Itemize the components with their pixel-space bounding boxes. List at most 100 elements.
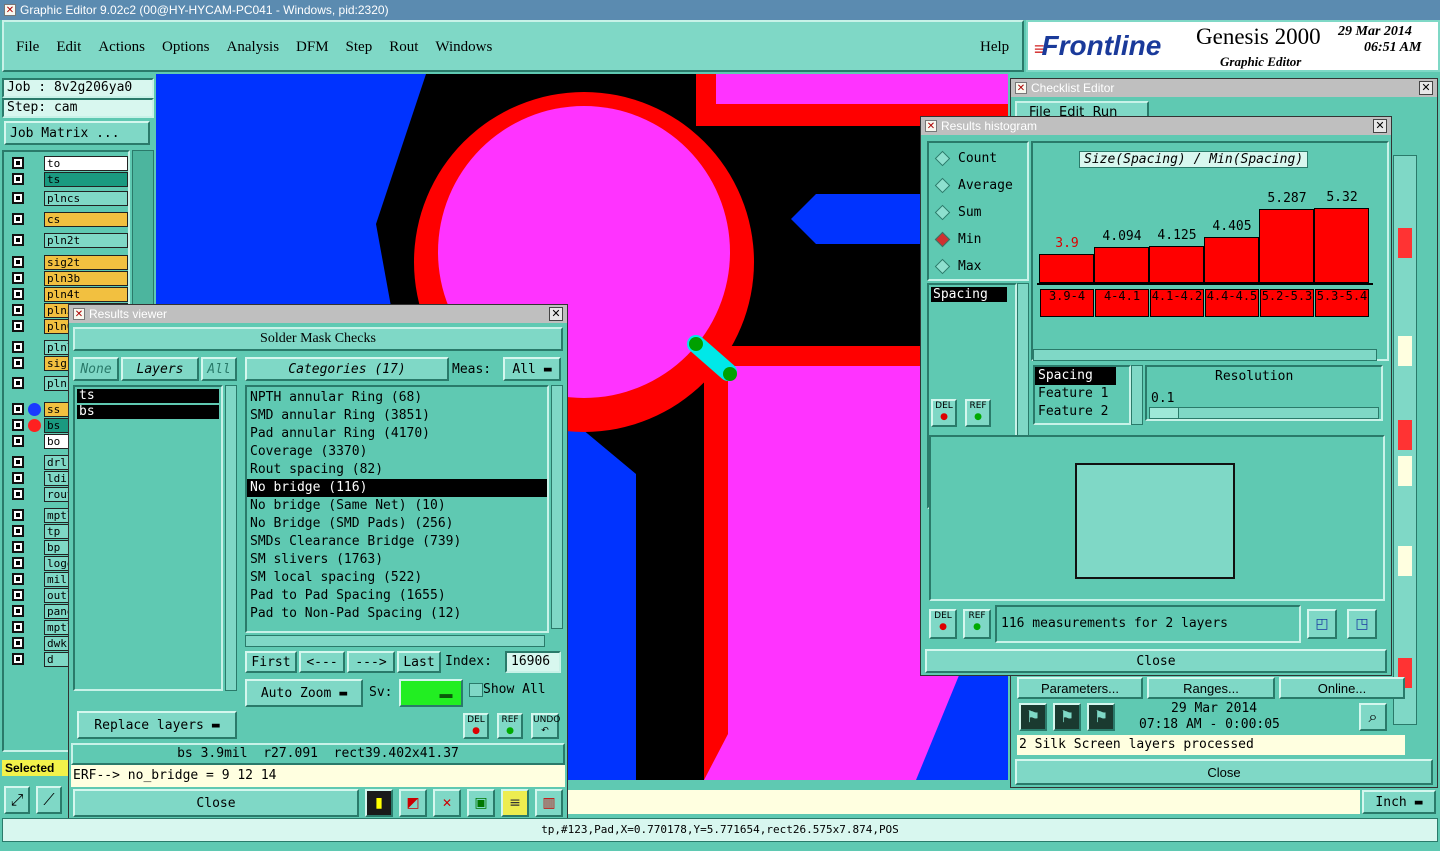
layer-row[interactable]: pln3b <box>8 271 130 286</box>
category-item[interactable]: Rout spacing (82) <box>247 461 547 479</box>
resolution-item[interactable]: Feature 1 <box>1035 385 1129 403</box>
zoom-icon[interactable]: ⌕ <box>1359 703 1387 731</box>
close-icon[interactable]: ✕ <box>549 307 563 321</box>
category-item[interactable]: Pad to Pad Spacing (1655) <box>247 587 547 605</box>
help-menu[interactable]: Help <box>980 39 1009 56</box>
layer-checkbox[interactable] <box>12 173 24 185</box>
checklist-close-button[interactable]: Close <box>1015 759 1433 785</box>
layer-checkbox[interactable] <box>12 357 24 369</box>
histogram-bar[interactable] <box>1259 209 1314 283</box>
layer-checkbox[interactable] <box>12 605 24 617</box>
category-item[interactable]: Coverage (3370) <box>247 443 547 461</box>
layer-checkbox[interactable] <box>12 435 24 447</box>
category-item[interactable]: SM local spacing (522) <box>247 569 547 587</box>
close-icon[interactable]: ✕ <box>1373 119 1387 133</box>
measure-icon[interactable]: ⟋ <box>36 786 62 814</box>
histogram-bar[interactable] <box>1094 247 1149 283</box>
layer-name[interactable]: to <box>44 156 128 171</box>
undo-icon[interactable]: UNDO ↶ <box>531 713 560 739</box>
histogram-bar[interactable] <box>1149 246 1204 283</box>
job-matrix-button[interactable]: Job Matrix ... <box>4 121 150 145</box>
layer-checkbox[interactable] <box>12 621 24 633</box>
last-button[interactable]: Last <box>397 651 441 673</box>
layer-checkbox[interactable] <box>12 541 24 553</box>
layer-checkbox[interactable] <box>12 288 24 300</box>
online-button[interactable]: Online... <box>1279 677 1405 699</box>
menu-file[interactable]: File <box>16 39 39 55</box>
layer-checkbox[interactable] <box>12 589 24 601</box>
histogram-bar[interactable] <box>1204 237 1259 283</box>
category-scrollbar[interactable] <box>551 385 563 629</box>
first-button[interactable]: First <box>245 651 297 673</box>
menu-analysis[interactable]: Analysis <box>227 39 280 55</box>
chart-hscroll[interactable] <box>1033 349 1377 361</box>
viewer-close-button[interactable]: Close <box>73 789 359 817</box>
export-chart-icon[interactable]: ◰ <box>1307 609 1337 639</box>
menu-dfm[interactable]: DFM <box>296 39 329 55</box>
category-hscroll[interactable] <box>245 635 545 647</box>
histogram-icon[interactable]: ▥ <box>535 789 563 817</box>
layer-checkbox[interactable] <box>12 377 24 389</box>
layer-row[interactable]: cs <box>8 212 130 227</box>
layer-checkbox[interactable] <box>12 234 24 246</box>
category-item[interactable]: SMD annular Ring (3851) <box>247 407 547 425</box>
show-all-checkbox[interactable] <box>469 683 483 697</box>
hist-ref-icon[interactable]: REF ● <box>965 399 991 427</box>
erf-ref-icon[interactable]: ✕ <box>433 789 461 817</box>
layer-name[interactable]: cs <box>44 212 128 227</box>
replace-layers-dropdown[interactable]: Replace layers ▬ <box>77 711 237 739</box>
layer-checkbox[interactable] <box>12 320 24 332</box>
layer-checkbox[interactable] <box>12 557 24 569</box>
menu-step[interactable]: Step <box>346 39 373 55</box>
category-item[interactable]: NPTH annular Ring (68) <box>247 389 547 407</box>
category-item[interactable]: SM slivers (1763) <box>247 551 547 569</box>
layer-checkbox[interactable] <box>12 157 24 169</box>
layer-row[interactable]: pln2t <box>8 233 130 248</box>
layer-checkbox[interactable] <box>12 653 24 665</box>
menu-actions[interactable]: Actions <box>98 39 145 55</box>
resolution-item[interactable]: Spacing <box>1035 367 1116 385</box>
category-item[interactable]: Pad annular Ring (4170) <box>247 425 547 443</box>
import-chart-icon[interactable]: ◳ <box>1347 609 1377 639</box>
layer-checkbox[interactable] <box>12 403 24 415</box>
categories-button[interactable]: Categories (17) <box>245 357 449 381</box>
del-icon[interactable]: DEL ● <box>463 713 489 739</box>
layer-checkbox[interactable] <box>12 525 24 537</box>
list-icon[interactable]: ≡ <box>501 789 529 817</box>
histogram-bar[interactable] <box>1039 254 1094 283</box>
result-layer-item[interactable]: ts <box>77 389 219 403</box>
layer-result-scrollbar[interactable] <box>225 385 237 691</box>
layer-row[interactable]: to <box>8 156 130 171</box>
all-button[interactable]: All <box>201 357 237 381</box>
layer-row[interactable]: sig2t <box>8 255 130 270</box>
run-icon[interactable]: ⚑ <box>1019 703 1047 731</box>
layer-checkbox[interactable] <box>12 304 24 316</box>
step-icon[interactable]: ▣ <box>467 789 495 817</box>
close-icon[interactable]: ✕ <box>1419 81 1433 95</box>
preview-ref-icon[interactable]: REF ● <box>963 609 991 639</box>
sv-color-dropdown[interactable]: ▬ <box>399 679 463 707</box>
report-icon[interactable]: ▮ <box>365 789 393 817</box>
ref-icon[interactable]: REF ● <box>497 713 523 739</box>
resolution-item[interactable]: Feature 2 <box>1035 403 1129 421</box>
menu-windows[interactable]: Windows <box>435 39 492 55</box>
result-layer-item[interactable]: bs <box>77 405 219 419</box>
layer-name[interactable]: pln4t <box>44 287 128 302</box>
unit-dropdown[interactable]: Inch ▬ <box>1362 790 1436 814</box>
layer-name[interactable]: pln2t <box>44 233 128 248</box>
layer-row[interactable]: ts <box>8 172 130 187</box>
layer-row[interactable]: pln4t <box>8 287 130 302</box>
auto-zoom-dropdown[interactable]: Auto Zoom ▬ <box>245 679 363 707</box>
meas-dropdown[interactable]: All ▬ <box>503 357 561 381</box>
preview-frame[interactable] <box>1075 463 1235 579</box>
layer-name[interactable]: sig2t <box>44 255 128 270</box>
preview-del-icon[interactable]: DEL ● <box>929 609 957 639</box>
measure-list-item[interactable]: Spacing <box>931 287 1007 302</box>
prev-button[interactable]: <--- <box>299 651 345 673</box>
layer-row[interactable]: plncs <box>8 191 130 206</box>
none-button[interactable]: None <box>73 357 119 381</box>
category-item[interactable]: Pad to Non-Pad Spacing (12) <box>247 605 547 623</box>
category-item[interactable]: No bridge (Same Net) (10) <box>247 497 547 515</box>
resolution-slider[interactable] <box>1149 407 1379 419</box>
export-icon[interactable]: ◩ <box>399 789 427 817</box>
